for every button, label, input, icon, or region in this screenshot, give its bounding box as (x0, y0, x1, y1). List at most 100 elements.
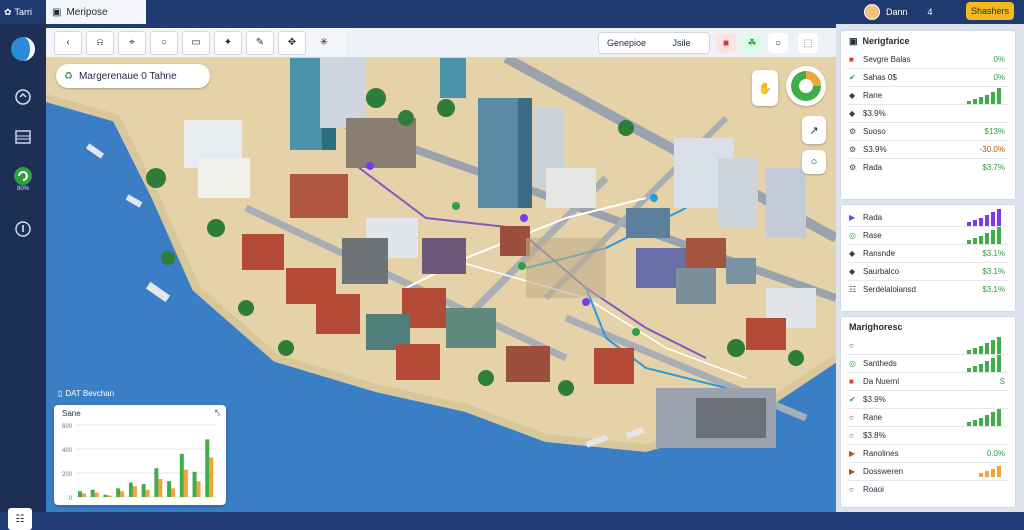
right-panel: ▣ Nerigfarice ■ Sevgre Balas 0% ✔ Sahas 0$ 0%… (836, 24, 1024, 512)
move-button[interactable]: ✥ (278, 30, 306, 55)
drop-icon: ◆ (849, 249, 856, 258)
row-value: $3.7% (982, 163, 1005, 172)
panel-row[interactable]: ✔ Sahas 0$ 0% (841, 69, 1015, 86)
row-label: Rane (863, 91, 883, 100)
draw-icon: ✎ (255, 37, 265, 48)
panel-row[interactable]: ◎ Santheds (841, 355, 1015, 372)
circle-chip[interactable]: ○ (768, 33, 788, 53)
fullscreen-icon: ⬚ (803, 37, 813, 49)
chart-bar (167, 481, 172, 497)
sparkline-bar (991, 412, 995, 426)
panel-row[interactable]: ◆ Saurbalco $3.1% (841, 263, 1015, 280)
sparkline-bars (967, 209, 1001, 226)
panel-row[interactable]: ▶ Rada (841, 209, 1015, 226)
panel-row[interactable]: ○ Roaoi (841, 481, 1015, 498)
pin-icon: ⌖ (129, 37, 135, 48)
sparkline-bar (967, 240, 971, 244)
chart-bar (196, 481, 201, 497)
brand[interactable]: ✿ Tarri (4, 2, 44, 22)
card-overview: ▣ Nerigfarice ■ Sevgre Balas 0% ✔ Sahas 0$ 0%… (840, 30, 1016, 200)
panel-row[interactable]: ⚙ Suoso $13% (841, 123, 1015, 140)
leaf-icon: ☘ (747, 37, 757, 49)
tag-icon: ▶ (849, 467, 856, 476)
panel-row[interactable]: ▶ Ranolines 0.0% (841, 445, 1015, 462)
sparkline-bars (979, 466, 1001, 477)
segment-option-2[interactable]: Jsile (654, 38, 709, 48)
sparkline-bar (985, 94, 989, 104)
user-menu[interactable]: Dann 4 (864, 2, 933, 22)
draw-button[interactable]: ✎ (246, 30, 274, 55)
panel-row[interactable]: ◆ Ransnde $3.1% (841, 245, 1015, 262)
tool-floating-button[interactable]: ✋ (752, 70, 778, 106)
chart-bar (128, 482, 133, 497)
panel-row[interactable]: ○ Rane (841, 409, 1015, 426)
chart-bar (145, 489, 150, 497)
alert-chip[interactable]: ■ (716, 33, 736, 53)
segment-option-1[interactable]: Genepioe (599, 38, 654, 48)
nav-info[interactable] (8, 214, 38, 244)
card-management-header[interactable]: Marighoresc (841, 317, 1015, 337)
mini-bar-chart[interactable]: Sane ⤣ 600 400 200 0 (54, 405, 226, 505)
row-label: $3.9% (863, 109, 886, 118)
panel-row[interactable]: ◆ Rane (841, 87, 1015, 104)
sparkline-bar (973, 238, 977, 244)
nav-recycle[interactable]: 80% (8, 164, 38, 194)
tick-label: 400 (62, 448, 73, 454)
map-search-pill[interactable]: ♻ Margerenaue 0 Tahne (56, 64, 210, 88)
alerts-button[interactable]: ⍾ (86, 30, 114, 55)
panel-row[interactable]: ▶ Dossweren (841, 463, 1015, 480)
chart-bar (171, 488, 176, 497)
pointer-button[interactable]: ✦ (214, 30, 242, 55)
panel-icon: ▣ (849, 35, 858, 46)
chart-bar (116, 488, 121, 497)
drop-icon: ◆ (849, 91, 856, 100)
search-button[interactable]: ○ (150, 30, 178, 55)
pointer-icon: ✦ (223, 37, 233, 48)
panel-row[interactable]: ◆ $3.9% (841, 105, 1015, 122)
map-search-text: Margerenaue 0 Tahne (78, 70, 177, 82)
sparkline-bar (979, 364, 983, 372)
panel-row[interactable]: ⚙ S3.9% -30.0% (841, 141, 1015, 158)
eco-score-gauge[interactable] (786, 66, 826, 106)
search-map-button[interactable]: ○ (802, 150, 826, 174)
pin-button[interactable]: ⌖ (118, 30, 146, 55)
sparkline-bar (991, 340, 995, 354)
left-nav: 80% ☷ (0, 24, 46, 530)
sparkline-bar (967, 350, 971, 354)
nav-route[interactable] (8, 82, 38, 112)
panel-row[interactable]: ⚙ Rada $3.7% (841, 159, 1015, 176)
chart-bar (158, 479, 163, 497)
rect-select-button[interactable]: ▭ (182, 30, 210, 55)
row-value: $3.1% (982, 267, 1005, 276)
nav-globe[interactable] (8, 34, 38, 64)
nav-layers[interactable] (8, 122, 38, 152)
sparkline-bar (997, 355, 1001, 372)
panel-row[interactable]: ■ Da Nuernl S (841, 373, 1015, 390)
sparkline-bar (973, 220, 977, 226)
fullscreen-chip[interactable]: ⬚ (798, 33, 818, 53)
grid-toggle-button[interactable]: ☷ (8, 508, 32, 530)
eco-chip[interactable]: ☘ (742, 33, 762, 53)
panel-row[interactable]: ✔ $3.9% (841, 391, 1015, 408)
row-value: $13% (984, 127, 1005, 136)
row-label: Serdelalolansd (863, 285, 916, 294)
sparkline-bar (979, 236, 983, 244)
tab-active[interactable]: ▣ Meripose (46, 0, 146, 24)
row-label: Ranolines (863, 449, 899, 458)
cta-button[interactable]: Shashers (966, 2, 1014, 20)
brand-name: Tarri (14, 7, 33, 17)
row-label: Rada (863, 213, 883, 222)
panel-row[interactable]: ◎ Rase (841, 227, 1015, 244)
navigate-button[interactable]: ↗ (802, 116, 826, 144)
card-overview-header[interactable]: ▣ Nerigfarice (841, 31, 1015, 51)
row-label: Sahas 0$ (863, 73, 897, 82)
panel-row[interactable]: ■ Sevgre Balas 0% (841, 51, 1015, 68)
back-button[interactable]: ‹ (54, 30, 82, 55)
panel-row[interactable]: ☷ Serdelalolansd $3.1% (841, 281, 1015, 298)
panel-row[interactable]: ○ $3.8% (841, 427, 1015, 444)
bell-icon: ⍾ (96, 37, 104, 48)
panel-row[interactable]: ○ (841, 337, 1015, 354)
sparkline-bars (967, 409, 1001, 426)
sparkle-button[interactable]: ✳ (310, 31, 338, 55)
pie-gauge (791, 71, 821, 101)
